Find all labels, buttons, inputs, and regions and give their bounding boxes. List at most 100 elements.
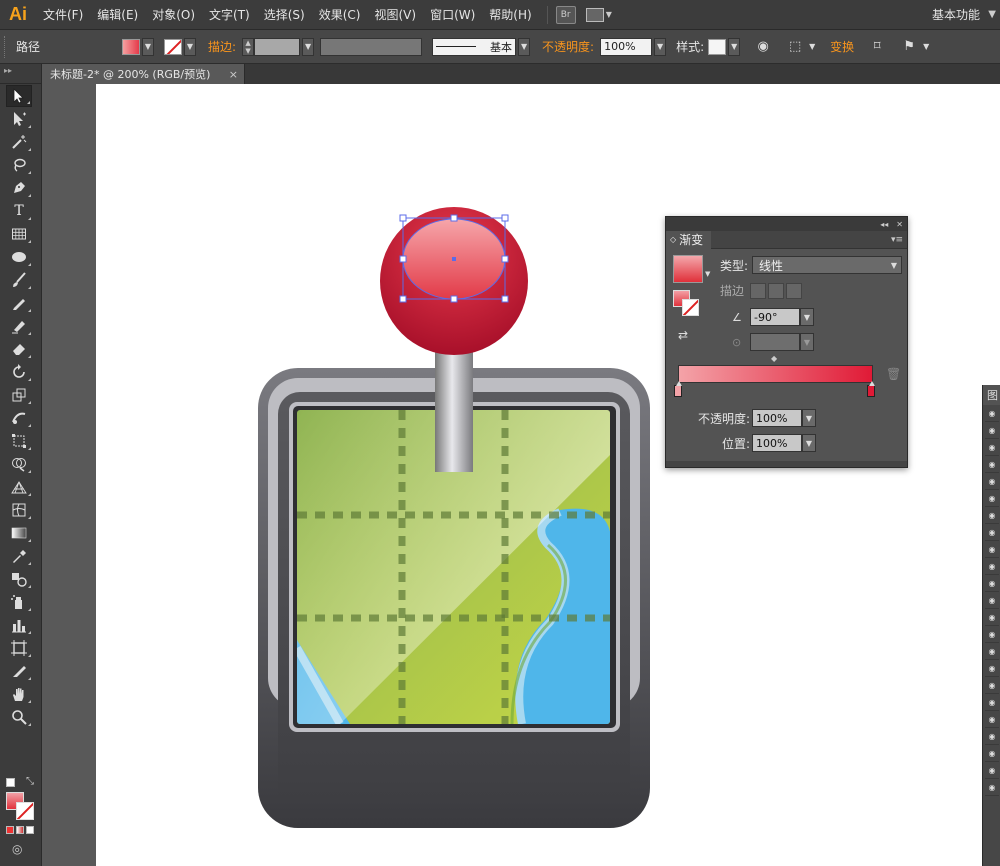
stop-opacity-input[interactable]: 100% — [752, 409, 802, 427]
fill-dropdown[interactable]: ▼ — [142, 37, 154, 56]
free-transform-tool[interactable] — [6, 430, 32, 452]
stroke-dropdown[interactable]: ▼ — [184, 37, 196, 56]
visibility-eye-icon[interactable]: ◉ — [985, 711, 999, 728]
none-mode-icon[interactable] — [26, 826, 34, 834]
panel-menu-dropdown[interactable]: ▼ — [920, 38, 932, 56]
gradient-slider[interactable] — [678, 365, 873, 383]
column-graph-tool[interactable] — [6, 614, 32, 636]
symbol-sprayer-tool[interactable] — [6, 591, 32, 613]
gradient-tool[interactable] — [6, 522, 32, 544]
menu-help[interactable]: 帮助(H) — [482, 0, 538, 30]
pencil-tool[interactable] — [6, 292, 32, 314]
blend-tool[interactable] — [6, 568, 32, 590]
isolate-icon[interactable]: ⌑ — [868, 38, 886, 56]
stroke-within-button[interactable] — [750, 282, 767, 299]
visibility-eye-icon[interactable]: ◉ — [985, 609, 999, 626]
ellipse-tool[interactable] — [6, 246, 32, 268]
default-colors-icon[interactable] — [6, 778, 15, 787]
brush-definition-field[interactable]: 基本 — [432, 37, 517, 56]
transform-link[interactable]: 变换 — [830, 38, 854, 55]
visibility-eye-icon[interactable]: ◉ — [985, 439, 999, 456]
gradient-type-select[interactable]: 线性 ▼ — [752, 256, 903, 274]
stroke-color-swatch[interactable] — [164, 38, 182, 55]
stroke-swatch[interactable] — [16, 802, 34, 820]
stroke-along-button[interactable] — [768, 282, 785, 299]
menu-object[interactable]: 对象(O) — [145, 0, 202, 30]
gradient-stop-start[interactable] — [674, 381, 682, 397]
visibility-eye-icon[interactable]: ◉ — [985, 779, 999, 796]
stroke-weight-field[interactable] — [254, 37, 301, 56]
visibility-eye-icon[interactable]: ◉ — [985, 762, 999, 779]
panel-grip[interactable] — [4, 35, 8, 58]
visibility-eye-icon[interactable]: ◉ — [985, 745, 999, 762]
recolor-artwork-icon[interactable]: ◉ — [754, 38, 772, 56]
visibility-eye-icon[interactable]: ◉ — [985, 541, 999, 558]
graphic-style-swatch[interactable] — [708, 38, 727, 55]
visibility-eye-icon[interactable]: ◉ — [985, 490, 999, 507]
panel-resize-grip[interactable] — [666, 461, 907, 467]
menu-select[interactable]: 选择(S) — [257, 0, 312, 30]
mesh-tool[interactable] — [6, 499, 32, 521]
warp-tool[interactable] — [6, 407, 32, 429]
eraser-tool[interactable] — [6, 338, 32, 360]
panel-menu-icon[interactable]: ⚑ — [900, 38, 918, 56]
slice-tool[interactable] — [6, 660, 32, 682]
visibility-eye-icon[interactable]: ◉ — [985, 405, 999, 422]
visibility-eye-icon[interactable]: ◉ — [985, 677, 999, 694]
gradient-mode-icon[interactable] — [16, 826, 24, 834]
midpoint-marker[interactable]: ◆ — [771, 354, 777, 363]
opacity-dropdown[interactable]: ▼ — [654, 37, 667, 56]
perspective-grid-tool[interactable] — [6, 476, 32, 498]
tools-panel-header[interactable]: ▸▸ — [0, 64, 41, 84]
scale-tool[interactable] — [6, 384, 32, 406]
angle-dropdown[interactable]: ▼ — [800, 308, 814, 326]
visibility-eye-icon[interactable]: ◉ — [985, 507, 999, 524]
align-icon[interactable]: ⬚ — [786, 38, 804, 56]
visibility-eye-icon[interactable]: ◉ — [985, 592, 999, 609]
tab-gradient[interactable]: ◇ 渐变 — [666, 230, 712, 249]
rotate-tool[interactable] — [6, 361, 32, 383]
workspace-switcher[interactable]: 基本功能 — [932, 0, 980, 30]
fill-color-swatch[interactable] — [122, 38, 140, 55]
menu-type[interactable]: 文字(T) — [202, 0, 257, 30]
artboard-tool[interactable] — [6, 637, 32, 659]
visibility-eye-icon[interactable]: ◉ — [985, 558, 999, 575]
zoom-tool[interactable] — [6, 706, 32, 728]
drawing-mode-icon[interactable]: ◎ — [12, 842, 22, 856]
angle-input[interactable]: -90° — [750, 308, 800, 326]
stop-location-input[interactable]: 100% — [752, 434, 802, 452]
align-dropdown[interactable]: ▼ — [806, 38, 818, 56]
visibility-eye-icon[interactable]: ◉ — [985, 473, 999, 490]
fill-stroke-toggle[interactable] — [673, 290, 699, 316]
visibility-eye-icon[interactable]: ◉ — [985, 660, 999, 677]
menu-file[interactable]: 文件(F) — [36, 0, 90, 30]
visibility-eye-icon[interactable]: ◉ — [985, 422, 999, 439]
style-dropdown[interactable]: ▼ — [728, 37, 741, 56]
opacity-label-link[interactable]: 不透明度: — [542, 38, 594, 55]
visibility-eye-icon[interactable]: ◉ — [985, 575, 999, 592]
visibility-eye-icon[interactable]: ◉ — [985, 626, 999, 643]
variable-width-profile[interactable] — [320, 37, 423, 56]
stop-location-dropdown[interactable]: ▼ — [802, 434, 816, 452]
visibility-eye-icon[interactable]: ◉ — [985, 643, 999, 660]
swap-colors-icon[interactable]: ⤡ — [26, 776, 34, 787]
stroke-weight-stepper[interactable]: ▲ ▼ — [242, 37, 255, 56]
stop-opacity-dropdown[interactable]: ▼ — [802, 409, 816, 427]
shape-builder-tool[interactable] — [6, 453, 32, 475]
menu-view[interactable]: 视图(V) — [367, 0, 423, 30]
gradient-preview-swatch[interactable] — [673, 255, 703, 283]
pen-tool[interactable] — [6, 177, 32, 199]
visibility-eye-icon[interactable]: ◉ — [985, 728, 999, 745]
close-icon[interactable]: × — [229, 68, 238, 81]
visibility-eye-icon[interactable]: ◉ — [985, 524, 999, 541]
layers-panel-tab[interactable]: 图 — [983, 385, 1000, 405]
aspect-ratio-dropdown[interactable]: ▼ — [800, 333, 814, 351]
paintbrush-tool[interactable] — [6, 269, 32, 291]
visibility-eye-icon[interactable]: ◉ — [985, 694, 999, 711]
visibility-eye-icon[interactable]: ◉ — [985, 456, 999, 473]
chevron-down-icon[interactable]: ▼ — [705, 270, 710, 278]
lasso-tool[interactable] — [6, 154, 32, 176]
gradient-stop-end[interactable] — [867, 381, 875, 397]
collapse-icon[interactable]: ◂◂ — [880, 220, 888, 229]
brush-dropdown[interactable]: ▼ — [518, 37, 531, 56]
